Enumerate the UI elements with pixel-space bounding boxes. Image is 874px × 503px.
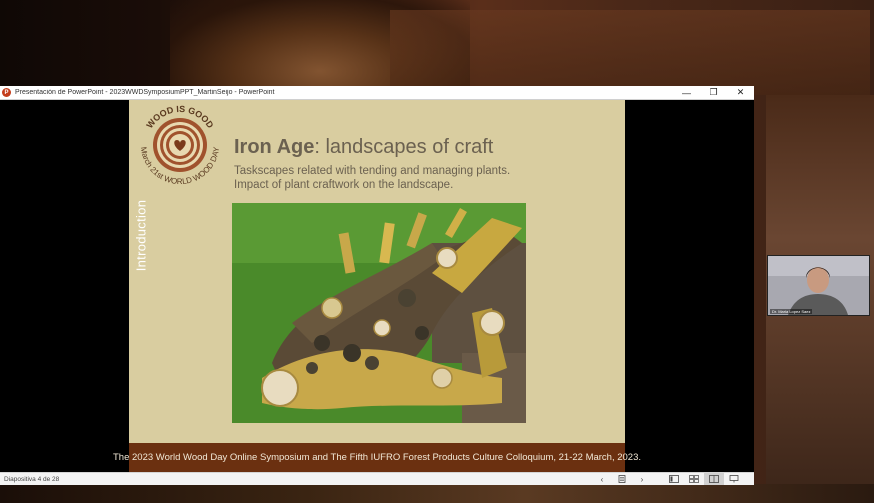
close-icon: ✕ [736,87,745,97]
window-title: Presentación de PowerPoint - 2023WWDSymp… [15,89,275,96]
slide-title: Iron Age: landscapes of craft [234,136,493,159]
status-bar: Diapositiva 4 de 28 ‹ › [0,472,754,485]
desktop-wallpaper-wood [390,10,870,95]
participant-video [768,256,869,315]
section-label: Introduction [133,199,149,271]
restore-icon: ❐ [709,87,718,97]
close-button[interactable]: ✕ [727,86,754,99]
previous-slide-button[interactable]: ‹ [592,473,612,485]
minimize-button[interactable]: — [673,86,700,99]
slide-sorter-icon [689,475,699,483]
window-titlebar[interactable]: P Presentación de PowerPoint - 2023WWDSy… [0,86,754,100]
slide-sorter-button[interactable] [684,473,704,485]
desktop-wallpaper-bottom [0,484,874,503]
slide-subtitle-line-2: Impact of plant craftwork on the landsca… [234,179,454,191]
slide-subtitle-line-1: Taskscapes related with tending and mana… [234,165,511,177]
pollarded-tree-photo [232,203,526,423]
slideshow-button[interactable] [724,473,744,485]
slide-subtitle: Taskscapes related with tending and mana… [234,164,510,192]
minimize-icon: — [682,87,691,98]
notes-icon [618,475,626,483]
world-wood-day-badge: WOOD IS GOOD March 21st WORLD WOOD DAY [139,104,221,186]
powerpoint-app-icon: P [2,88,11,97]
slide-counter: Diapositiva 4 de 28 [4,475,60,483]
normal-view-button[interactable] [664,473,684,485]
participant-name: Dr. Maria Lopez Saez [770,309,813,314]
normal-view-icon [669,475,679,483]
participant-video-tile[interactable]: Dr. Maria Lopez Saez [767,255,870,316]
slideshow-area[interactable]: WOOD IS GOOD March 21st WORLD WOOD DAY I… [0,100,754,472]
slide-title-bold: Iron Age [234,136,315,158]
notes-button[interactable] [612,473,632,485]
maximize-button[interactable]: ❐ [700,86,727,99]
reading-view-button[interactable] [704,473,724,485]
slide[interactable]: WOOD IS GOOD March 21st WORLD WOOD DAY I… [113,100,641,472]
slide-title-rest: : landscapes of craft [314,136,494,158]
reading-view-icon [709,475,719,483]
slide-footer: The 2023 World Wood Day Online Symposium… [113,443,641,472]
powerpoint-window: P Presentación de PowerPoint - 2023WWDSy… [0,86,754,485]
slideshow-icon [729,475,739,483]
next-slide-button[interactable]: › [632,473,652,485]
